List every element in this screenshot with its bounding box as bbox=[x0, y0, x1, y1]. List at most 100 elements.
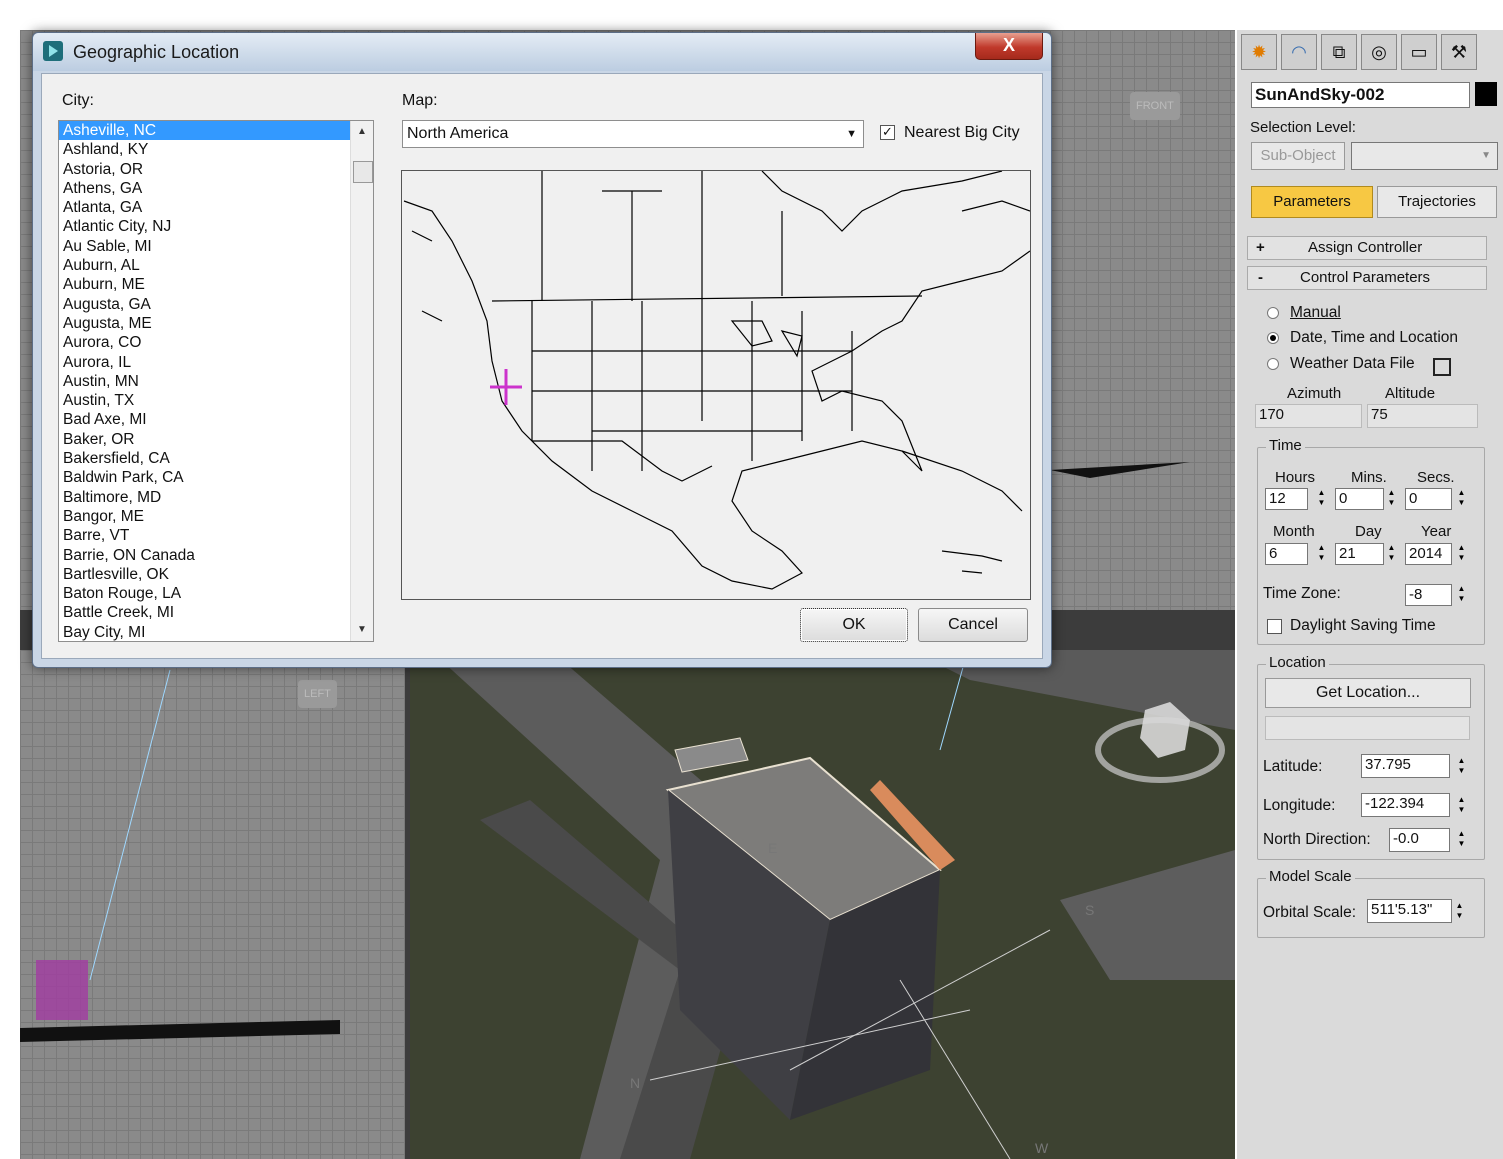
sub-object-button[interactable]: Sub-Object bbox=[1251, 142, 1345, 170]
chevron-down-icon: ▼ bbox=[846, 128, 857, 140]
city-list-item[interactable]: Austin, MN bbox=[59, 372, 357, 391]
mins-spinner[interactable]: ▲ ▼ bbox=[1386, 488, 1397, 508]
city-list-item[interactable]: Augusta, GA bbox=[59, 295, 357, 314]
compass-e: E bbox=[768, 840, 778, 856]
latitude-spinner[interactable]: ▲ ▼ bbox=[1456, 756, 1467, 776]
object-color-swatch[interactable] bbox=[1475, 82, 1497, 106]
nearest-big-city-checkbox[interactable]: ✓ bbox=[880, 125, 895, 140]
compass-w: W bbox=[1035, 1140, 1049, 1156]
secs-spinner[interactable]: ▲ ▼ bbox=[1456, 488, 1467, 508]
daylight-saving-checkbox[interactable] bbox=[1267, 619, 1282, 634]
city-list-item[interactable]: Austin, TX bbox=[59, 391, 357, 410]
time-group-label: Time bbox=[1266, 437, 1305, 454]
secs-field[interactable]: 0 bbox=[1405, 488, 1452, 510]
left-viewport[interactable]: LEFT bbox=[20, 650, 405, 1159]
close-button[interactable]: X bbox=[975, 33, 1043, 60]
hours-spinner[interactable]: ▲ ▼ bbox=[1316, 488, 1327, 508]
dialog-titlebar[interactable]: Geographic Location X bbox=[33, 33, 1051, 71]
city-list-item[interactable]: Auburn, AL bbox=[59, 256, 357, 275]
selection-level-label: Selection Level: bbox=[1250, 119, 1356, 136]
city-list-item[interactable]: Barre, VT bbox=[59, 526, 357, 545]
longitude-field[interactable]: -122.394 bbox=[1361, 793, 1450, 817]
city-list-item[interactable]: Atlantic City, NJ bbox=[59, 217, 357, 236]
compass-n: N bbox=[630, 1075, 641, 1091]
year-spinner[interactable]: ▲ ▼ bbox=[1456, 543, 1467, 563]
object-name-field[interactable]: SunAndSky-002 bbox=[1251, 82, 1470, 108]
city-list-scrollbar[interactable]: ▲ ▼ bbox=[350, 121, 373, 641]
weather-file-button[interactable] bbox=[1433, 358, 1451, 376]
city-list-item[interactable]: Asheville, NC bbox=[59, 121, 357, 141]
tab-trajectories[interactable]: Trajectories bbox=[1377, 186, 1497, 218]
city-list-item[interactable]: Bad Axe, MI bbox=[59, 410, 357, 429]
map-dropdown[interactable]: North America ▼ bbox=[402, 120, 864, 148]
north-america-map[interactable] bbox=[401, 170, 1031, 600]
azimuth-field: 170 bbox=[1255, 404, 1362, 428]
city-list-item[interactable]: Barrie, ON Canada bbox=[59, 546, 357, 565]
city-list-item[interactable]: Baldwin Park, CA bbox=[59, 468, 357, 487]
city-list-item[interactable]: Battle Creek, MI bbox=[59, 603, 357, 622]
city-list-item[interactable]: Ashland, KY bbox=[59, 140, 357, 159]
hierarchy-icon[interactable]: ⧉ bbox=[1321, 34, 1357, 70]
north-direction-spinner[interactable]: ▲ ▼ bbox=[1456, 829, 1467, 849]
label-weather-data-file: Weather Data File bbox=[1290, 355, 1415, 372]
city-list-item[interactable]: Bangor, ME bbox=[59, 507, 357, 526]
scroll-thumb[interactable] bbox=[353, 161, 373, 183]
motion-icon[interactable]: ◎ bbox=[1361, 34, 1397, 70]
city-list-item[interactable]: Baton Rouge, LA bbox=[59, 584, 357, 603]
city-list-item[interactable]: Aurora, CO bbox=[59, 333, 357, 352]
map-label: Map: bbox=[402, 92, 438, 109]
compass-s: S bbox=[1085, 902, 1095, 918]
front-viewcube-label[interactable]: FRONT bbox=[1130, 92, 1180, 120]
city-list-item[interactable]: Au Sable, MI bbox=[59, 237, 357, 256]
get-location-button[interactable]: Get Location... bbox=[1265, 678, 1471, 708]
sub-object-dropdown[interactable]: ▼ bbox=[1351, 142, 1498, 170]
time-zone-spinner[interactable]: ▲ ▼ bbox=[1456, 584, 1467, 604]
scroll-down-icon[interactable]: ▼ bbox=[351, 619, 373, 641]
longitude-spinner[interactable]: ▲ ▼ bbox=[1456, 795, 1467, 815]
city-label: City: bbox=[62, 92, 94, 109]
radio-weather-data-file[interactable] bbox=[1267, 358, 1279, 370]
scroll-up-icon[interactable]: ▲ bbox=[351, 121, 373, 143]
city-list-item[interactable]: Astoria, OR bbox=[59, 160, 357, 179]
city-list-item[interactable]: Bakersfield, CA bbox=[59, 449, 357, 468]
front-viewport[interactable]: FRONT bbox=[1050, 30, 1235, 610]
time-zone-field[interactable]: -8 bbox=[1405, 584, 1452, 606]
map-outline bbox=[403, 171, 1030, 590]
ok-button[interactable]: OK bbox=[800, 608, 908, 642]
city-list[interactable]: Asheville, NC Ashland, KY Astoria, OR Athen… bbox=[58, 120, 374, 642]
month-spinner[interactable]: ▲ ▼ bbox=[1316, 543, 1327, 563]
north-direction-field[interactable]: -0.0 bbox=[1389, 828, 1450, 852]
utilities-icon[interactable]: ⚒ bbox=[1441, 34, 1477, 70]
hours-field[interactable]: 12 bbox=[1265, 488, 1308, 510]
city-list-item[interactable]: Bartlesville, OK bbox=[59, 565, 357, 584]
display-icon[interactable]: ▭ bbox=[1401, 34, 1437, 70]
daylight-saving-label: Daylight Saving Time bbox=[1290, 617, 1436, 634]
modify-icon[interactable]: ◠ bbox=[1281, 34, 1317, 70]
tab-parameters[interactable]: Parameters bbox=[1251, 186, 1373, 218]
city-list-item[interactable]: Bay City, MI bbox=[59, 623, 357, 641]
city-list-item[interactable]: Auburn, ME bbox=[59, 275, 357, 294]
city-list-item[interactable]: Aurora, IL bbox=[59, 353, 357, 372]
assign-controller-rollout[interactable]: + Assign Controller bbox=[1247, 236, 1487, 260]
create-icon[interactable]: ✹ bbox=[1241, 34, 1277, 70]
city-list-item[interactable]: Baltimore, MD bbox=[59, 488, 357, 507]
day-field[interactable]: 21 bbox=[1335, 543, 1384, 565]
mins-field[interactable]: 0 bbox=[1335, 488, 1384, 510]
city-list-item[interactable]: Augusta, ME bbox=[59, 314, 357, 333]
city-list-item[interactable]: Atlanta, GA bbox=[59, 198, 357, 217]
city-list-item[interactable]: Baker, OR bbox=[59, 430, 357, 449]
month-field[interactable]: 6 bbox=[1265, 543, 1308, 565]
latitude-field[interactable]: 37.795 bbox=[1361, 754, 1450, 778]
assign-controller-label: Assign Controller bbox=[1308, 239, 1423, 256]
radio-date-time-location[interactable] bbox=[1267, 332, 1279, 344]
perspective-viewport[interactable]: E S N W bbox=[410, 650, 1235, 1159]
radio-manual[interactable] bbox=[1267, 307, 1279, 319]
day-spinner[interactable]: ▲ ▼ bbox=[1386, 543, 1397, 563]
orbital-scale-field[interactable]: 511'5.13" bbox=[1367, 899, 1452, 923]
orbital-scale-spinner[interactable]: ▲ ▼ bbox=[1454, 901, 1465, 921]
location-group-label: Location bbox=[1266, 654, 1329, 671]
city-list-item[interactable]: Athens, GA bbox=[59, 179, 357, 198]
control-parameters-rollout[interactable]: - Control Parameters bbox=[1247, 266, 1487, 290]
year-field[interactable]: 2014 bbox=[1405, 543, 1452, 565]
cancel-button[interactable]: Cancel bbox=[918, 608, 1028, 642]
